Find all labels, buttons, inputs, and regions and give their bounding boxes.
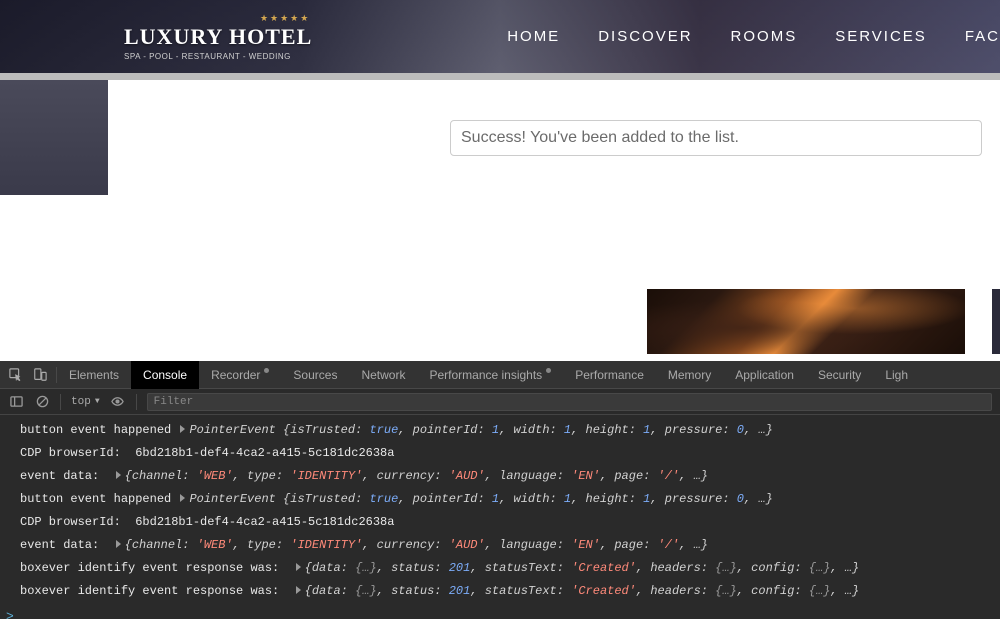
eye-icon[interactable] xyxy=(110,394,126,410)
tab-performance[interactable]: Performance xyxy=(563,361,656,389)
nav-rooms[interactable]: ROOMS xyxy=(731,28,798,45)
success-text: Success! You've been added to the list. xyxy=(461,129,739,147)
console-row[interactable]: button event happened PointerEvent {isTr… xyxy=(0,488,1000,511)
beta-icon xyxy=(546,368,551,373)
sidebar-toggle-icon[interactable] xyxy=(8,394,24,410)
thumbnail-edge xyxy=(992,289,1000,354)
tab-memory[interactable]: Memory xyxy=(656,361,723,389)
tab-sources[interactable]: Sources xyxy=(281,361,349,389)
hotel-name: LUXURY HOTEL xyxy=(124,24,312,50)
console-row[interactable]: event data: {channel: 'WEB', type: 'IDEN… xyxy=(0,534,1000,557)
clear-icon[interactable] xyxy=(34,394,50,410)
main-nav: HOME DISCOVER ROOMS SERVICES FAC xyxy=(507,28,1000,45)
tab-application[interactable]: Application xyxy=(723,361,806,389)
device-icon[interactable] xyxy=(32,367,48,383)
nav-home[interactable]: HOME xyxy=(507,28,560,45)
console-prompt[interactable]: > xyxy=(0,607,1000,626)
console-row[interactable]: event data: {channel: 'WEB', type: 'IDEN… xyxy=(0,465,1000,488)
success-input[interactable]: Success! You've been added to the list. xyxy=(450,120,982,156)
context-selector[interactable]: top▼ xyxy=(71,396,100,408)
tab-elements[interactable]: Elements xyxy=(57,361,131,389)
tab-console[interactable]: Console xyxy=(131,361,199,389)
separator xyxy=(60,394,61,410)
stars-icon: ★★★★★ xyxy=(124,13,310,24)
console-row[interactable]: CDP browserId: 6bd218b1-def4-4ca2-a415-5… xyxy=(0,442,1000,465)
thumbnail-image[interactable] xyxy=(647,289,965,354)
beta-icon xyxy=(264,368,269,373)
nav-discover[interactable]: DISCOVER xyxy=(598,28,692,45)
tab-perf-insights[interactable]: Performance insights xyxy=(417,361,563,389)
devtools-panel: Elements Console Recorder Sources Networ… xyxy=(0,361,1000,619)
nav-facilities[interactable]: FAC xyxy=(965,28,1000,45)
hero-header: ★★★★★ LUXURY HOTEL SPA - POOL - RESTAURA… xyxy=(0,0,1000,73)
console-row[interactable]: boxever identify event response was: {da… xyxy=(0,580,1000,603)
console-row[interactable]: CDP browserId: 6bd218b1-def4-4ca2-a415-5… xyxy=(0,511,1000,534)
separator xyxy=(136,394,137,410)
console-row[interactable]: button event happened PointerEvent {isTr… xyxy=(0,419,1000,442)
tab-lighthouse[interactable]: Ligh xyxy=(873,361,920,389)
devtools-tabs: Elements Console Recorder Sources Networ… xyxy=(0,361,1000,389)
content-area xyxy=(0,195,1000,361)
console-log[interactable]: button event happened PointerEvent {isTr… xyxy=(0,415,1000,607)
tab-recorder[interactable]: Recorder xyxy=(199,361,281,389)
tab-security[interactable]: Security xyxy=(806,361,873,389)
form-card: Success! You've been added to the list. xyxy=(108,80,1000,195)
console-row[interactable]: boxever identify event response was: {da… xyxy=(0,557,1000,580)
tab-network[interactable]: Network xyxy=(349,361,417,389)
hotel-tagline: SPA - POOL - RESTAURANT - WEDDING xyxy=(124,52,312,61)
filter-input[interactable]: Filter xyxy=(147,393,992,411)
chevron-down-icon: ▼ xyxy=(95,397,100,406)
logo: ★★★★★ LUXURY HOTEL SPA - POOL - RESTAURA… xyxy=(124,13,312,61)
nav-services[interactable]: SERVICES xyxy=(835,28,927,45)
inspect-icon[interactable] xyxy=(8,367,24,383)
console-toolbar: top▼ Filter xyxy=(0,389,1000,415)
divider xyxy=(0,73,1000,80)
